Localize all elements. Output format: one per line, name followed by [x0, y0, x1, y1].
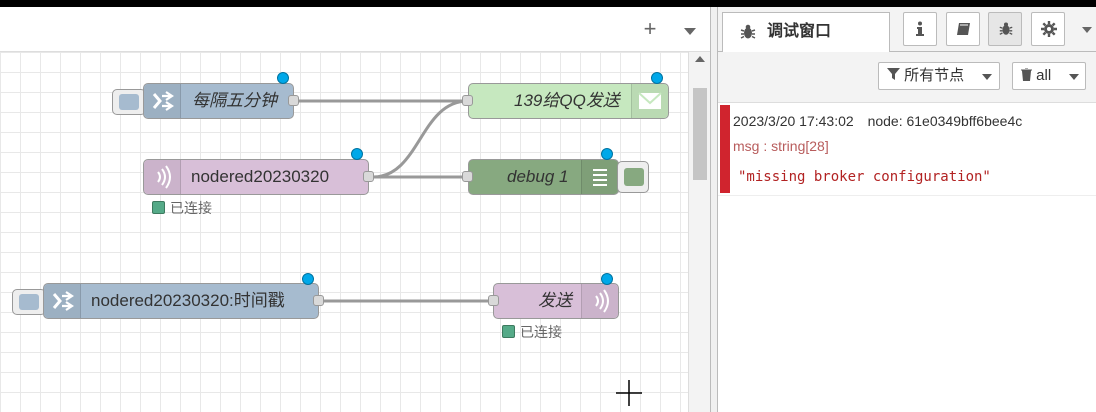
changed-indicator	[601, 148, 613, 160]
scroll-up-icon[interactable]	[695, 56, 705, 62]
changed-indicator	[351, 148, 363, 160]
node-label: nodered20230320	[191, 167, 330, 186]
status-dot	[152, 201, 165, 214]
node-debug-1[interactable]: debug 1	[468, 159, 619, 195]
changed-indicator	[302, 273, 314, 285]
node-label: 发送	[538, 291, 572, 310]
info-icon	[916, 21, 924, 36]
filter-nodes-dropdown[interactable]: 所有节点	[878, 62, 1000, 90]
sidebar-resize-handle[interactable]	[710, 7, 718, 412]
changed-indicator	[277, 72, 289, 84]
clear-label: all	[1036, 67, 1052, 84]
node-mqtt-in[interactable]: nodered20230320	[143, 159, 369, 195]
chevron-down-icon	[982, 74, 992, 80]
flow-canvas[interactable]: 每隔五分钟 nodered20230320 已连接 139给QQ发送 debug…	[0, 52, 688, 412]
sidebar-tabs: 调试窗口	[718, 7, 1096, 52]
debug-toggle-button[interactable]	[617, 161, 649, 193]
message-topic: msg : string[28]	[733, 138, 829, 154]
flow-workspace: + 每隔五分钟 nodered20230320 已连接 139给QQ发送 deb…	[0, 7, 710, 412]
filter-nodes-label: 所有节点	[904, 67, 965, 84]
clear-messages-dropdown[interactable]: all	[1012, 62, 1086, 90]
debug-button[interactable]	[988, 12, 1022, 46]
tab-debug[interactable]: 调试窗口	[722, 12, 890, 52]
node-status: 已连接	[502, 322, 562, 342]
changed-indicator	[651, 72, 663, 84]
node-mqtt-out[interactable]: 发送	[493, 283, 619, 319]
inject-trigger-button[interactable]	[12, 289, 46, 315]
chevron-down-icon[interactable]	[1082, 27, 1092, 33]
envelope-icon	[631, 84, 668, 118]
wires	[298, 99, 498, 303]
settings-button[interactable]	[1031, 12, 1065, 46]
debug-message[interactable]: 2023/3/20 17:43:02 node: 61e0349bff6bee4…	[718, 103, 1096, 196]
arrow-right-icon	[144, 84, 181, 118]
input-port[interactable]	[462, 95, 473, 106]
trash-icon	[1021, 67, 1032, 82]
list-icon	[581, 160, 618, 194]
node-label: debug 1	[507, 167, 569, 186]
scroll-thumb[interactable]	[693, 88, 707, 180]
chevron-down-icon	[1069, 74, 1079, 80]
debug-toolbar: 所有节点 all	[718, 52, 1096, 103]
node-email-send[interactable]: 139给QQ发送	[468, 83, 669, 119]
help-button[interactable]	[946, 12, 980, 46]
output-port[interactable]	[288, 95, 299, 106]
window-top-edge	[0, 0, 1096, 7]
output-port[interactable]	[313, 295, 324, 306]
signal-icon	[581, 284, 618, 318]
bug-icon	[740, 24, 756, 39]
node-inject-every-five-minutes[interactable]: 每隔五分钟	[143, 83, 294, 119]
node-inject-timestamp[interactable]: nodered20230320:时间戳	[43, 283, 319, 319]
message-payload[interactable]: "missing broker configuration"	[738, 169, 991, 185]
message-meta: 2023/3/20 17:43:02 node: 61e0349bff6bee4…	[733, 113, 1022, 129]
bug-icon	[999, 22, 1013, 35]
changed-indicator	[601, 273, 613, 285]
sidebar: 调试窗口 所有节点 all 2023/3/20 17:43:02 node: 6…	[718, 7, 1096, 412]
node-status: 已连接	[152, 198, 212, 218]
node-label: 139给QQ发送	[514, 91, 620, 110]
output-port[interactable]	[363, 171, 374, 182]
input-port[interactable]	[462, 171, 473, 182]
arrow-right-icon	[44, 284, 81, 318]
filter-icon	[887, 68, 900, 80]
gear-icon	[1041, 21, 1057, 37]
tab-debug-label: 调试窗口	[767, 23, 832, 40]
node-label: 每隔五分钟	[192, 91, 277, 110]
status-dot	[502, 325, 515, 338]
error-indicator-bar	[720, 105, 730, 193]
inject-trigger-button[interactable]	[112, 89, 146, 115]
info-button[interactable]	[903, 12, 937, 46]
node-label: nodered20230320:时间戳	[91, 291, 285, 310]
message-timestamp: 2023/3/20 17:43:02	[733, 113, 854, 129]
book-icon	[957, 23, 970, 35]
message-node-id[interactable]: node: 61e0349bff6bee4c	[868, 113, 1023, 129]
signal-icon	[144, 160, 181, 194]
input-port[interactable]	[488, 295, 499, 306]
crosshair-cursor-icon	[616, 380, 642, 406]
vertical-scrollbar[interactable]	[688, 52, 710, 412]
